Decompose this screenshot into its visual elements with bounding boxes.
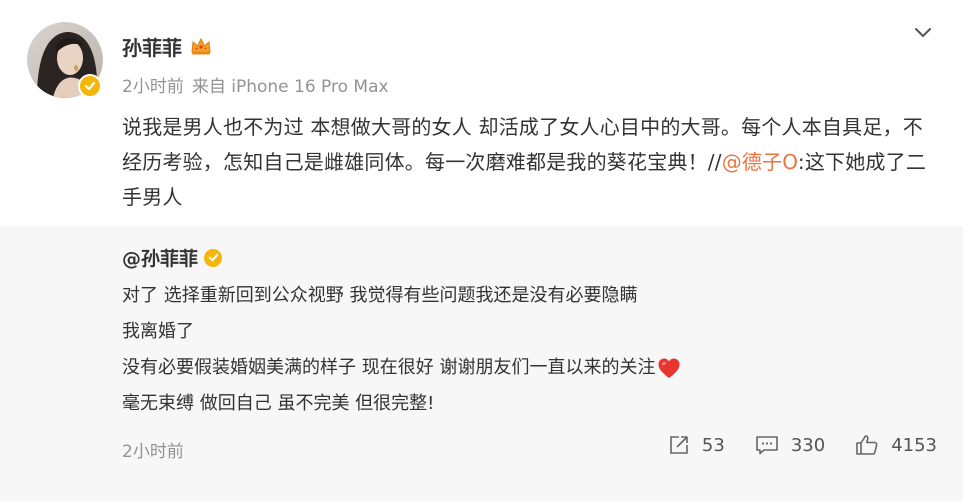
post-source: 来自 iPhone 16 Pro Max (191, 77, 389, 97)
retweet-line: 没有必要假装婚姻美满的样子 现在很好 谢谢朋友们一直以来的关注 (122, 350, 681, 386)
thumbs-up-icon (856, 435, 878, 455)
avatar[interactable] (27, 22, 103, 98)
comment-count: 330 (790, 434, 826, 456)
crown-icon (191, 37, 211, 55)
retweet-actions: 53 330 4153 (638, 434, 937, 456)
like-count: 4153 (891, 434, 937, 456)
retweet-time[interactable]: 2小时前 (122, 437, 184, 462)
author-name-text[interactable]: 孙菲菲 (122, 32, 182, 61)
repost-button[interactable]: 53 (668, 434, 725, 456)
repost-icon (670, 436, 688, 454)
retweet-line: 我离婚了 (122, 314, 681, 350)
author-name[interactable]: 孙菲菲 (122, 32, 212, 60)
retweet-line: 毫无束缚 做回自己 虽不完美 但很完整! (122, 386, 681, 422)
retweet-line-text: 我离婚了 (122, 321, 194, 342)
verified-badge-icon (204, 248, 223, 267)
comment-icon (756, 436, 778, 455)
heart-icon (658, 358, 680, 378)
retweet-author-name[interactable]: @孙菲菲 (122, 244, 198, 271)
repost-count: 53 (701, 434, 725, 456)
mention-link[interactable]: @德子O (722, 150, 798, 174)
chevron-down-icon[interactable] (913, 22, 933, 42)
retweet-line-text: 对了 选择重新回到公众视野 我觉得有些问题我还是没有必要隐瞒 (122, 285, 638, 306)
post-time[interactable]: 2小时前 (122, 77, 184, 97)
verified-badge-icon (78, 74, 102, 98)
weibo-post-card: 孙菲菲 2小时前 来自 iPhone 16 Pro Max 说我是男人也不为过 本… (0, 0, 963, 501)
retweet-line-text: 没有必要假装婚姻美满的样子 现在很好 谢谢朋友们一直以来的关注 (122, 357, 656, 378)
retweet-author[interactable]: @孙菲菲 (122, 244, 223, 271)
post-meta: 2小时前 来自 iPhone 16 Pro Max (122, 72, 397, 97)
retweet-line-text: 毫无束缚 做回自己 虽不完美 但很完整! (122, 393, 435, 414)
retweet-line: 对了 选择重新回到公众视野 我觉得有些问题我还是没有必要隐瞒 (122, 278, 681, 314)
comment-button[interactable]: 330 (755, 434, 825, 456)
post-text: 说我是男人也不为过 本想做大哥的女人 却活成了女人心目中的大哥。每个人本自具足，… (122, 110, 937, 215)
like-button[interactable]: 4153 (855, 434, 937, 456)
retweet-text: 对了 选择重新回到公众视野 我觉得有些问题我还是没有必要隐瞒 我离婚了 没有必要… (122, 278, 681, 422)
